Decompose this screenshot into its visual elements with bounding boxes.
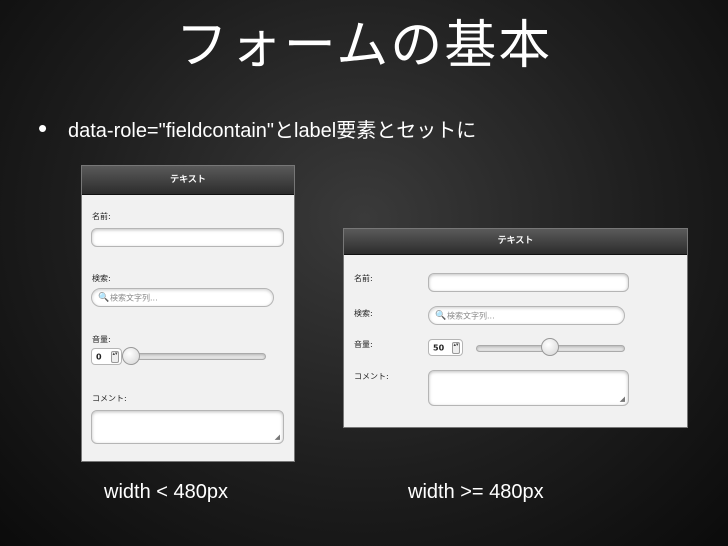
wide-comment-textarea[interactable]: ◢ bbox=[428, 370, 629, 406]
search-icon: 🔍 bbox=[98, 292, 110, 303]
wide-name-label: 名前: bbox=[354, 274, 373, 283]
narrow-search-label: 検索: bbox=[92, 274, 111, 283]
resize-grip-icon[interactable]: ◢ bbox=[620, 395, 625, 403]
narrow-search-input[interactable]: 🔍 検索文字列... bbox=[91, 288, 274, 307]
narrow-comment-label: コメント: bbox=[92, 394, 127, 403]
wide-search-label: 検索: bbox=[354, 309, 373, 318]
narrow-name-input[interactable] bbox=[91, 228, 284, 247]
narrow-volume-value: 0 bbox=[96, 352, 102, 361]
wide-volume-number[interactable]: 50 ▴▾ bbox=[428, 339, 463, 356]
bullet-text: data-role="fieldcontain"とlabel要素とセットに bbox=[68, 120, 477, 142]
bullet-dot-icon: • bbox=[38, 113, 48, 143]
narrow-name-label: 名前: bbox=[92, 212, 111, 221]
wide-volume-label: 音量: bbox=[354, 340, 373, 349]
narrow-volume-slider-track[interactable] bbox=[129, 353, 266, 360]
spinner-icon[interactable]: ▴▾ bbox=[452, 341, 460, 354]
narrow-caption: width < 480px bbox=[104, 481, 228, 503]
resize-grip-icon[interactable]: ◢ bbox=[275, 433, 280, 441]
search-icon: 🔍 bbox=[435, 310, 447, 321]
narrow-search-placeholder: 検索文字列... bbox=[110, 293, 158, 302]
wide-search-input[interactable]: 🔍 検索文字列... bbox=[428, 306, 625, 325]
narrow-volume-number[interactable]: 0 ▴▾ bbox=[91, 348, 122, 365]
narrow-comment-textarea[interactable]: ◢ bbox=[91, 410, 284, 444]
bullet-item: • data-role="fieldcontain"とlabel要素とセットに bbox=[38, 115, 476, 144]
wide-caption: width >= 480px bbox=[408, 481, 544, 503]
narrow-header: テキスト bbox=[82, 166, 294, 195]
wide-header: テキスト bbox=[344, 229, 687, 255]
narrow-volume-slider-thumb[interactable] bbox=[122, 347, 140, 365]
narrow-header-title: テキスト bbox=[170, 175, 206, 185]
slide-title: フォームの基本 bbox=[175, 16, 553, 76]
wide-form-screenshot: テキスト 名前: 検索: 🔍 検索文字列... 音量: 50 ▴▾ コメント: … bbox=[343, 228, 688, 428]
wide-comment-label: コメント: bbox=[354, 372, 389, 381]
wide-name-input[interactable] bbox=[428, 273, 629, 292]
wide-volume-value: 50 bbox=[433, 343, 445, 352]
wide-header-title: テキスト bbox=[497, 236, 534, 246]
narrow-volume-label: 音量: bbox=[92, 335, 111, 344]
narrow-form-screenshot: テキスト 名前: 検索: 🔍 検索文字列... 音量: 0 ▴▾ コメント: ◢ bbox=[81, 165, 295, 462]
wide-search-placeholder: 検索文字列... bbox=[447, 311, 495, 320]
spinner-icon[interactable]: ▴▾ bbox=[111, 350, 119, 363]
wide-volume-slider-thumb[interactable] bbox=[541, 338, 559, 356]
